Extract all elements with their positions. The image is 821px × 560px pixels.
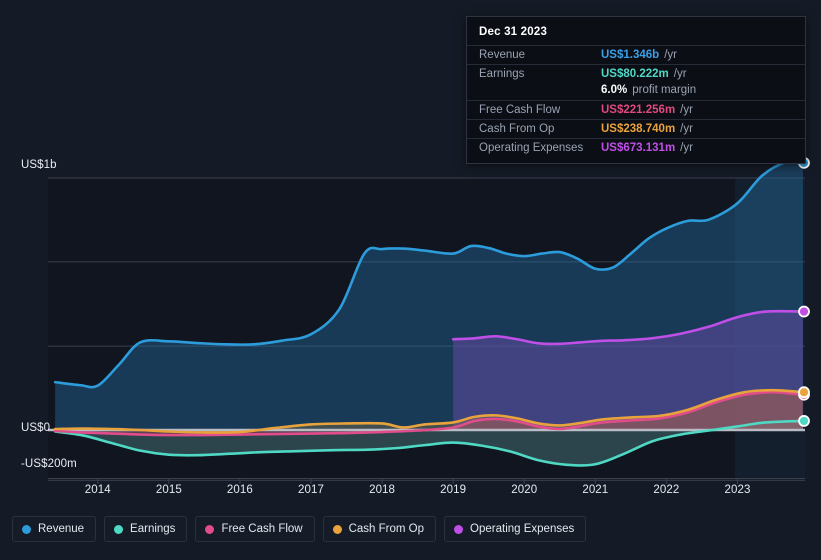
tooltip-row-suffix: /yr [680, 104, 693, 116]
tooltip-row-value: US$238.740m [601, 123, 676, 135]
endpoint-marker-earnings[interactable] [798, 415, 810, 427]
tooltip-row-label: Cash From Op [479, 123, 555, 135]
x-axis-label-2023: 2023 [724, 484, 751, 496]
x-axis-label-2021: 2021 [582, 484, 609, 496]
data-tooltip: Dec 31 2023 Revenue US$1.346b/yr Earnings U… [466, 16, 806, 164]
x-axis-label-2018: 2018 [369, 484, 396, 496]
legend-item-label: Operating Expenses [470, 523, 575, 535]
tooltip-row-label: Revenue [479, 49, 526, 61]
x-axis-label-2022: 2022 [653, 484, 680, 496]
y-axis-label-1b: US$1b [21, 159, 57, 171]
legend-item-cash-from-op[interactable]: Cash From Op [322, 516, 437, 542]
tooltip-row-value: 6.0% [601, 84, 628, 96]
legend-item-revenue[interactable]: Revenue [12, 516, 97, 542]
x-axis-label-2014: 2014 [84, 484, 111, 496]
tooltip-row-suffix: /yr [680, 142, 693, 154]
x-axis-label-2017: 2017 [297, 484, 324, 496]
tooltip-rows: Revenue US$1.346b/yr Earnings US$80.222m/yr… [467, 45, 805, 157]
tooltip-row-label: Earnings [479, 68, 525, 80]
tooltip-row-suffix: /yr [680, 123, 693, 135]
legend-item-label: Revenue [38, 523, 85, 535]
legend-item-label: Earnings [130, 523, 176, 535]
tooltip-row-profit-margin: 6.0% profit margin [467, 83, 805, 100]
tooltip-row-value: US$673.131m [601, 142, 676, 154]
x-axis-label-2020: 2020 [511, 484, 538, 496]
chart-legend[interactable]: Revenue Earnings Free Cash Flow Cash From O… [12, 516, 587, 542]
tooltip-row-revenue: Revenue US$1.346b/yr [467, 45, 805, 64]
tooltip-row-cash-from-op: Cash From Op US$238.740m/yr [467, 119, 805, 138]
tooltip-row-operating-expenses: Operating Expenses US$673.131m/yr [467, 138, 805, 157]
x-axis-label-2019: 2019 [440, 484, 467, 496]
legend-dot-icon [454, 524, 464, 534]
endpoint-marker-operating-expenses[interactable] [798, 305, 810, 318]
endpoint-marker-cash-from-op[interactable] [798, 386, 810, 399]
x-axis-label-2016: 2016 [226, 484, 253, 496]
legend-dot-icon [22, 524, 31, 534]
legend-item-label: Free Cash Flow [221, 523, 303, 535]
x-axis-label-2015: 2015 [155, 484, 182, 496]
legend-item-label: Cash From Op [348, 523, 425, 535]
legend-item-earnings[interactable]: Earnings [104, 516, 188, 542]
tooltip-row-value: US$1.346b [601, 49, 660, 61]
legend-item-operating-expenses[interactable]: Operating Expenses [444, 516, 587, 542]
tooltip-row-value: US$80.222m [601, 68, 669, 80]
tooltip-row-suffix: profit margin [632, 84, 697, 96]
tooltip-row-suffix: /yr [664, 49, 677, 61]
legend-dot-icon [114, 524, 124, 534]
y-axis-label-neg200m: -US$200m [21, 458, 77, 470]
tooltip-row-earnings: Earnings US$80.222m/yr [467, 64, 805, 83]
tooltip-date: Dec 31 2023 [479, 26, 548, 38]
tooltip-row-suffix: /yr [673, 68, 687, 80]
legend-item-free-cash-flow[interactable]: Free Cash Flow [195, 516, 315, 542]
legend-dot-icon [332, 524, 342, 534]
legend-dot-icon [205, 524, 215, 534]
tooltip-row-free-cash-flow: Free Cash Flow US$221.256m/yr [467, 100, 805, 119]
tooltip-row-value: US$221.256m [601, 104, 676, 116]
y-axis-label-0: US$0 [21, 422, 51, 434]
tooltip-row-label: Free Cash Flow [479, 104, 561, 116]
tooltip-row-label: Operating Expenses [479, 142, 584, 154]
